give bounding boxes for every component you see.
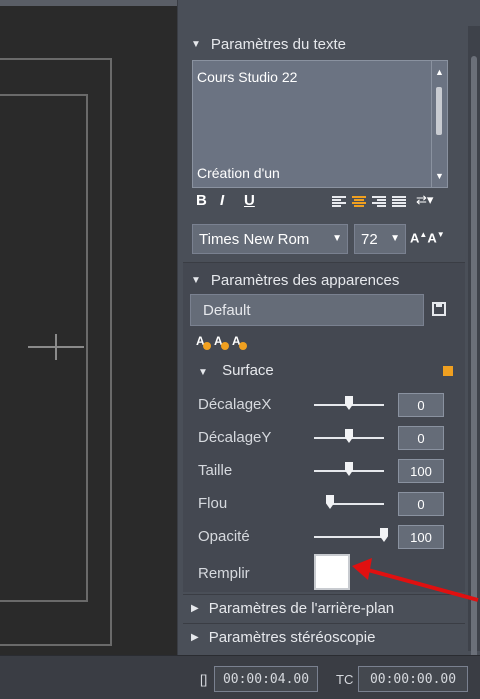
center-crosshair-vertical bbox=[55, 334, 57, 360]
font-size-value: 72 bbox=[361, 230, 378, 248]
add-shadow-layer-icon[interactable]: A bbox=[232, 334, 248, 350]
param-label: Opacité bbox=[198, 528, 250, 545]
slider-handle[interactable] bbox=[380, 528, 388, 542]
appearance-preset-field[interactable]: Default bbox=[190, 294, 424, 326]
save-preset-icon[interactable] bbox=[432, 302, 446, 316]
font-family-select[interactable]: Times New Rom ▼ bbox=[192, 224, 348, 254]
add-face-layer-icon[interactable]: A bbox=[196, 334, 211, 350]
collapse-triangle-icon: ▼ bbox=[191, 274, 201, 286]
timecode-field[interactable]: 00:00:00.00 bbox=[358, 666, 468, 692]
slider-handle[interactable] bbox=[345, 396, 353, 410]
underline-button[interactable]: U bbox=[244, 192, 255, 209]
duration-field[interactable]: 00:00:04.00 bbox=[214, 666, 318, 692]
param-label: DécalageY bbox=[198, 429, 272, 446]
param-value-field[interactable]: 0 bbox=[398, 426, 444, 450]
appearance-settings-title: Paramètres des apparences bbox=[210, 271, 400, 289]
surface-color-indicator bbox=[443, 366, 453, 376]
param-row-flou: Flou 0 bbox=[196, 490, 456, 518]
appearance-layer-toolbar: A A A bbox=[196, 334, 248, 350]
param-row-decalagex: DécalageX 0 bbox=[196, 391, 456, 419]
text-settings-header[interactable]: ▼ Paramètres du texte bbox=[183, 30, 465, 58]
appearance-preset-value: Default bbox=[203, 301, 251, 319]
align-right-icon[interactable] bbox=[372, 196, 386, 208]
fill-color-swatch[interactable] bbox=[314, 554, 350, 590]
collapse-triangle-icon: ▼ bbox=[198, 367, 208, 378]
status-bar: [] 00:00:04.00 TC 00:00:00.00 bbox=[0, 655, 480, 699]
add-edge-layer-icon[interactable]: A bbox=[214, 334, 230, 350]
timecode-label: TC bbox=[336, 672, 354, 687]
panel-scrollbar-track[interactable] bbox=[468, 26, 480, 666]
bold-button[interactable]: B bbox=[196, 192, 207, 209]
param-label: Remplir bbox=[198, 565, 250, 582]
align-center-icon[interactable] bbox=[352, 196, 366, 208]
param-label: Flou bbox=[198, 495, 228, 512]
slider-handle[interactable] bbox=[326, 495, 334, 509]
param-value-field[interactable]: 100 bbox=[398, 459, 444, 483]
expand-triangle-icon: ▶ bbox=[191, 632, 199, 643]
param-slider[interactable] bbox=[330, 503, 384, 505]
param-row-decalagey: DécalageY 0 bbox=[196, 424, 456, 452]
scroll-up-arrow-icon[interactable]: ▲ bbox=[435, 67, 444, 77]
param-slider[interactable] bbox=[314, 536, 384, 538]
scroll-down-arrow-icon[interactable]: ▼ bbox=[435, 171, 444, 181]
text-editor-scroll-thumb[interactable] bbox=[436, 87, 442, 135]
background-settings-title: Paramètres de l'arrière-plan bbox=[208, 600, 395, 617]
font-grow-shrink-icon[interactable]: A▲A▼ bbox=[410, 230, 445, 245]
safe-area-inner-frame bbox=[0, 94, 88, 602]
surface-header[interactable]: ▼ Surface bbox=[198, 362, 274, 379]
param-label: Taille bbox=[198, 462, 233, 479]
panel-scrollbar-thumb[interactable] bbox=[471, 56, 477, 666]
preview-canvas[interactable] bbox=[0, 0, 177, 655]
font-family-value: Times New Rom bbox=[199, 230, 310, 248]
stereo-settings-header[interactable]: ▶ Paramètres stéréoscopie bbox=[183, 623, 465, 651]
background-settings-header[interactable]: ▶ Paramètres de l'arrière-plan bbox=[183, 594, 465, 622]
appearance-settings-header[interactable]: ▼ Paramètres des apparences bbox=[183, 266, 465, 294]
title-editor-window: ▼ Paramètres du texte Cours Studio 22 Cr… bbox=[0, 0, 480, 699]
align-left-icon[interactable] bbox=[332, 196, 346, 208]
text-editor-scrollbar[interactable]: ▲ ▼ bbox=[432, 60, 448, 188]
param-value-field[interactable]: 0 bbox=[398, 492, 444, 516]
text-direction-dropdown-icon[interactable]: ⇄▾ bbox=[416, 192, 433, 208]
stereo-settings-title: Paramètres stéréoscopie bbox=[208, 629, 376, 646]
param-label: DécalageX bbox=[198, 396, 272, 413]
slider-handle[interactable] bbox=[345, 462, 353, 476]
text-format-toolbar: B I U ⇄▾ bbox=[194, 192, 464, 214]
param-value-field[interactable]: 0 bbox=[398, 393, 444, 417]
font-family-dropdown-icon: ▼ bbox=[332, 233, 342, 244]
text-settings-title: Paramètres du texte bbox=[210, 35, 346, 53]
font-size-select[interactable]: 72 ▼ bbox=[354, 224, 406, 254]
collapse-triangle-icon: ▼ bbox=[191, 38, 201, 50]
text-line-1: Cours Studio 22 bbox=[197, 69, 298, 85]
text-content-editor[interactable]: Cours Studio 22 Création d'un bbox=[192, 60, 432, 188]
font-size-dropdown-icon: ▼ bbox=[390, 233, 400, 244]
text-line-2: Création d'un bbox=[197, 165, 280, 181]
duration-icon: [] bbox=[200, 672, 208, 687]
surface-title: Surface bbox=[222, 362, 274, 379]
italic-button[interactable]: I bbox=[220, 192, 224, 209]
param-row-opacite: Opacité 100 bbox=[196, 523, 456, 551]
align-justify-icon[interactable] bbox=[392, 196, 406, 208]
param-row-taille: Taille 100 bbox=[196, 457, 456, 485]
expand-triangle-icon: ▶ bbox=[191, 603, 199, 614]
param-value-field[interactable]: 100 bbox=[398, 525, 444, 549]
settings-panel: ▼ Paramètres du texte Cours Studio 22 Cr… bbox=[177, 0, 480, 666]
slider-handle[interactable] bbox=[345, 429, 353, 443]
